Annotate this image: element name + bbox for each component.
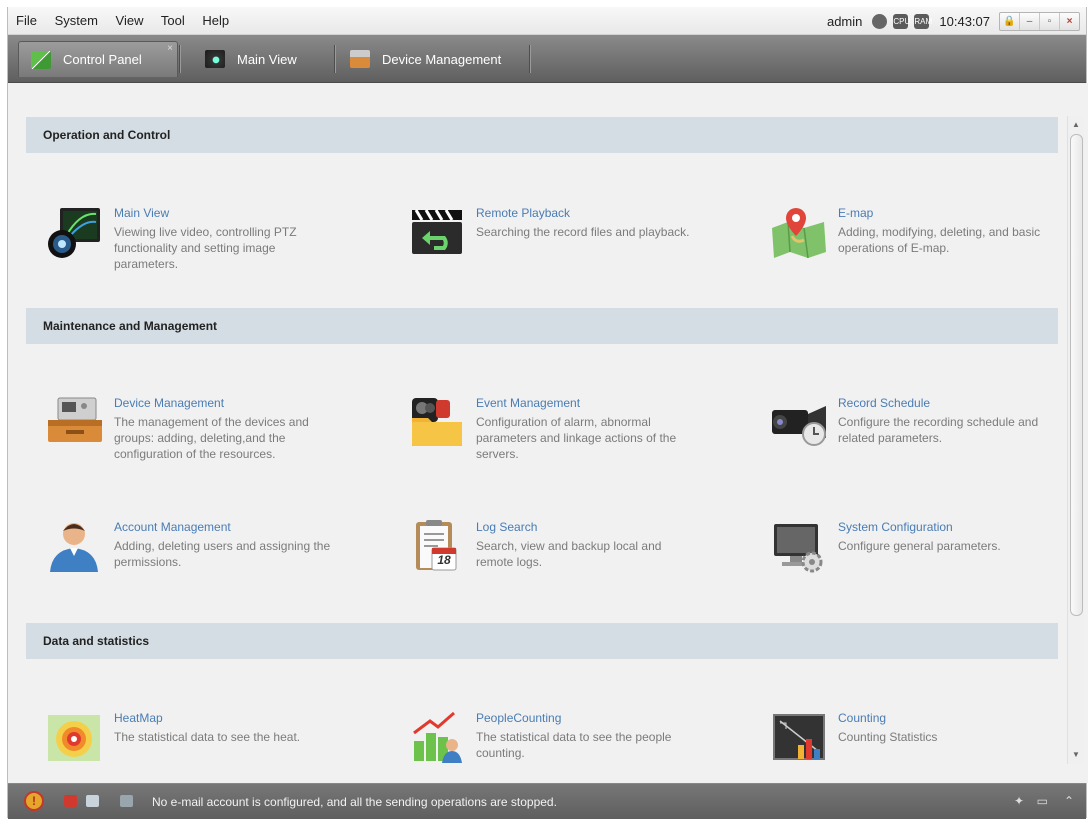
tab-label: Device Management bbox=[382, 51, 502, 67]
tab-divider bbox=[179, 45, 181, 73]
main-view-icon bbox=[205, 50, 225, 68]
item-description: Adding, modifying, deleting, and basic o… bbox=[838, 225, 1041, 255]
device-tray-icon bbox=[48, 397, 102, 442]
event-folder-icon bbox=[412, 398, 462, 446]
section-header-maintenance: Maintenance and Management bbox=[26, 308, 1058, 344]
item-description: Configure general parameters. bbox=[838, 539, 1001, 553]
tab-divider bbox=[334, 45, 336, 73]
item-title[interactable]: Remote Playback bbox=[476, 206, 570, 220]
item-event-management[interactable]: Event Management Configuration of alarm,… bbox=[408, 396, 768, 476]
speaker-muted-icon[interactable] bbox=[120, 795, 133, 807]
app-window: File System View Tool Help admin CPU RAM… bbox=[7, 7, 1088, 819]
clapperboard-icon bbox=[412, 209, 462, 254]
item-description: Search, view and backup local and remote… bbox=[476, 539, 662, 569]
status-message: No e-mail account is configured, and all… bbox=[152, 795, 557, 809]
item-description: Counting Statistics bbox=[838, 730, 938, 744]
item-remote-playback[interactable]: Remote Playback Searching the record fil… bbox=[408, 206, 768, 286]
item-account-management[interactable]: Account Management Adding, deleting user… bbox=[46, 520, 406, 600]
item-counting[interactable]: Counting Counting Statistics bbox=[770, 711, 1088, 783]
camera-lens-icon bbox=[48, 208, 100, 258]
lock-button[interactable]: 🔒 bbox=[1000, 12, 1020, 30]
menu-help[interactable]: Help bbox=[202, 13, 229, 28]
expand-icon[interactable]: ⌃ bbox=[1064, 794, 1074, 808]
item-title[interactable]: Account Management bbox=[114, 520, 231, 534]
item-system-configuration[interactable]: System Configuration Configure general p… bbox=[770, 520, 1088, 600]
network-icon[interactable] bbox=[872, 13, 888, 29]
ram-icon[interactable]: RAM bbox=[914, 13, 932, 29]
item-description: The management of the devices and groups… bbox=[114, 415, 309, 461]
cpu-icon[interactable]: CPU bbox=[893, 13, 910, 29]
pin-icon[interactable]: ✦ bbox=[1014, 794, 1024, 808]
monitor-gear-icon bbox=[774, 524, 823, 573]
item-title[interactable]: System Configuration bbox=[838, 520, 953, 534]
item-log-search[interactable]: 18 Log Search Search, view and backup lo… bbox=[408, 520, 768, 600]
tab-close-icon[interactable]: × bbox=[167, 43, 173, 54]
tab-divider bbox=[529, 45, 531, 73]
item-description: Configuration of alarm, abnormal paramet… bbox=[476, 415, 677, 461]
item-title[interactable]: Main View bbox=[114, 206, 169, 220]
scroll-down-icon[interactable]: ▼ bbox=[1068, 748, 1084, 762]
section-header-data-statistics: Data and statistics bbox=[26, 623, 1058, 659]
tab-label: Control Panel bbox=[63, 52, 142, 67]
calendar-day: 18 bbox=[437, 553, 451, 567]
menu-tool[interactable]: Tool bbox=[161, 13, 185, 28]
alarm-sound-icon[interactable] bbox=[64, 795, 77, 807]
control-panel-content: Operation and Control Main View Viewing … bbox=[8, 83, 1088, 783]
item-title[interactable]: Device Management bbox=[114, 396, 224, 410]
menu-system[interactable]: System bbox=[55, 13, 98, 28]
scroll-up-icon[interactable]: ▲ bbox=[1068, 118, 1084, 132]
item-description: The statistical data to see the people c… bbox=[476, 730, 672, 760]
menu-bar: File System View Tool Help admin CPU RAM… bbox=[8, 7, 1086, 35]
item-title[interactable]: Event Management bbox=[476, 396, 580, 410]
item-people-counting[interactable]: PeopleCounting The statistical data to s… bbox=[408, 711, 768, 783]
email-error-icon[interactable] bbox=[86, 795, 99, 807]
clock: 10:43:07 bbox=[939, 13, 990, 29]
tab-device-management[interactable]: Device Management bbox=[338, 41, 528, 77]
window-icon[interactable]: ▭ bbox=[1037, 794, 1048, 808]
item-title[interactable]: PeopleCounting bbox=[476, 711, 561, 725]
control-panel-icon bbox=[31, 50, 51, 69]
section-header-operation: Operation and Control bbox=[26, 117, 1058, 153]
menu-file[interactable]: File bbox=[16, 13, 37, 28]
counting-chart-icon bbox=[773, 714, 825, 760]
menu: File System View Tool Help bbox=[16, 13, 243, 28]
status-bar: ! No e-mail account is configured, and a… bbox=[8, 783, 1086, 819]
device-management-icon bbox=[350, 50, 370, 68]
scroll-thumb[interactable] bbox=[1070, 134, 1083, 616]
item-title[interactable]: E-map bbox=[838, 206, 873, 220]
heatmap-flame-icon bbox=[48, 715, 100, 761]
item-description: The statistical data to see the heat. bbox=[114, 730, 301, 744]
video-camera-clock-icon bbox=[772, 406, 826, 446]
minimize-button[interactable]: – bbox=[1020, 12, 1040, 30]
item-emap[interactable]: E-map Adding, modifying, deleting, and b… bbox=[770, 206, 1088, 286]
item-title[interactable]: Log Search bbox=[476, 520, 537, 534]
tab-bar: Control Panel × Main View Device Managem… bbox=[8, 35, 1086, 83]
item-title[interactable]: HeatMap bbox=[114, 711, 163, 725]
item-title[interactable]: Counting bbox=[838, 711, 886, 725]
item-device-management[interactable]: Device Management The management of the … bbox=[46, 396, 406, 476]
item-description: Adding, deleting users and assigning the… bbox=[114, 539, 331, 569]
item-main-view[interactable]: Main View Viewing live video, controllin… bbox=[46, 206, 406, 286]
tab-control-panel[interactable]: Control Panel × bbox=[18, 41, 178, 77]
item-description: Searching the record files and playback. bbox=[476, 225, 690, 239]
item-heatmap[interactable]: HeatMap The statistical data to see the … bbox=[46, 711, 406, 783]
people-chart-icon bbox=[413, 711, 462, 763]
user-account-icon bbox=[50, 523, 98, 572]
vertical-scrollbar[interactable]: ▲ ▼ bbox=[1067, 116, 1084, 764]
item-record-schedule[interactable]: Record Schedule Configure the recording … bbox=[770, 396, 1088, 476]
maximize-button[interactable]: ▫ bbox=[1040, 12, 1060, 30]
map-pin-icon bbox=[772, 208, 826, 259]
tab-main-view[interactable]: Main View bbox=[193, 41, 333, 77]
close-button[interactable]: × bbox=[1060, 13, 1079, 30]
menu-view[interactable]: View bbox=[116, 13, 144, 28]
current-user[interactable]: admin bbox=[827, 14, 862, 29]
system-tray: admin CPU RAM 10:43:07 🔒 – ▫ × bbox=[827, 11, 1080, 31]
item-description: Configure the recording schedule and rel… bbox=[838, 415, 1039, 445]
item-description: Viewing live video, controlling PTZ func… bbox=[114, 225, 297, 271]
window-controls: 🔒 – ▫ × bbox=[999, 11, 1080, 31]
item-title[interactable]: Record Schedule bbox=[838, 396, 930, 410]
tab-label: Main View bbox=[237, 51, 297, 67]
alarm-icon[interactable]: ! bbox=[24, 791, 44, 811]
